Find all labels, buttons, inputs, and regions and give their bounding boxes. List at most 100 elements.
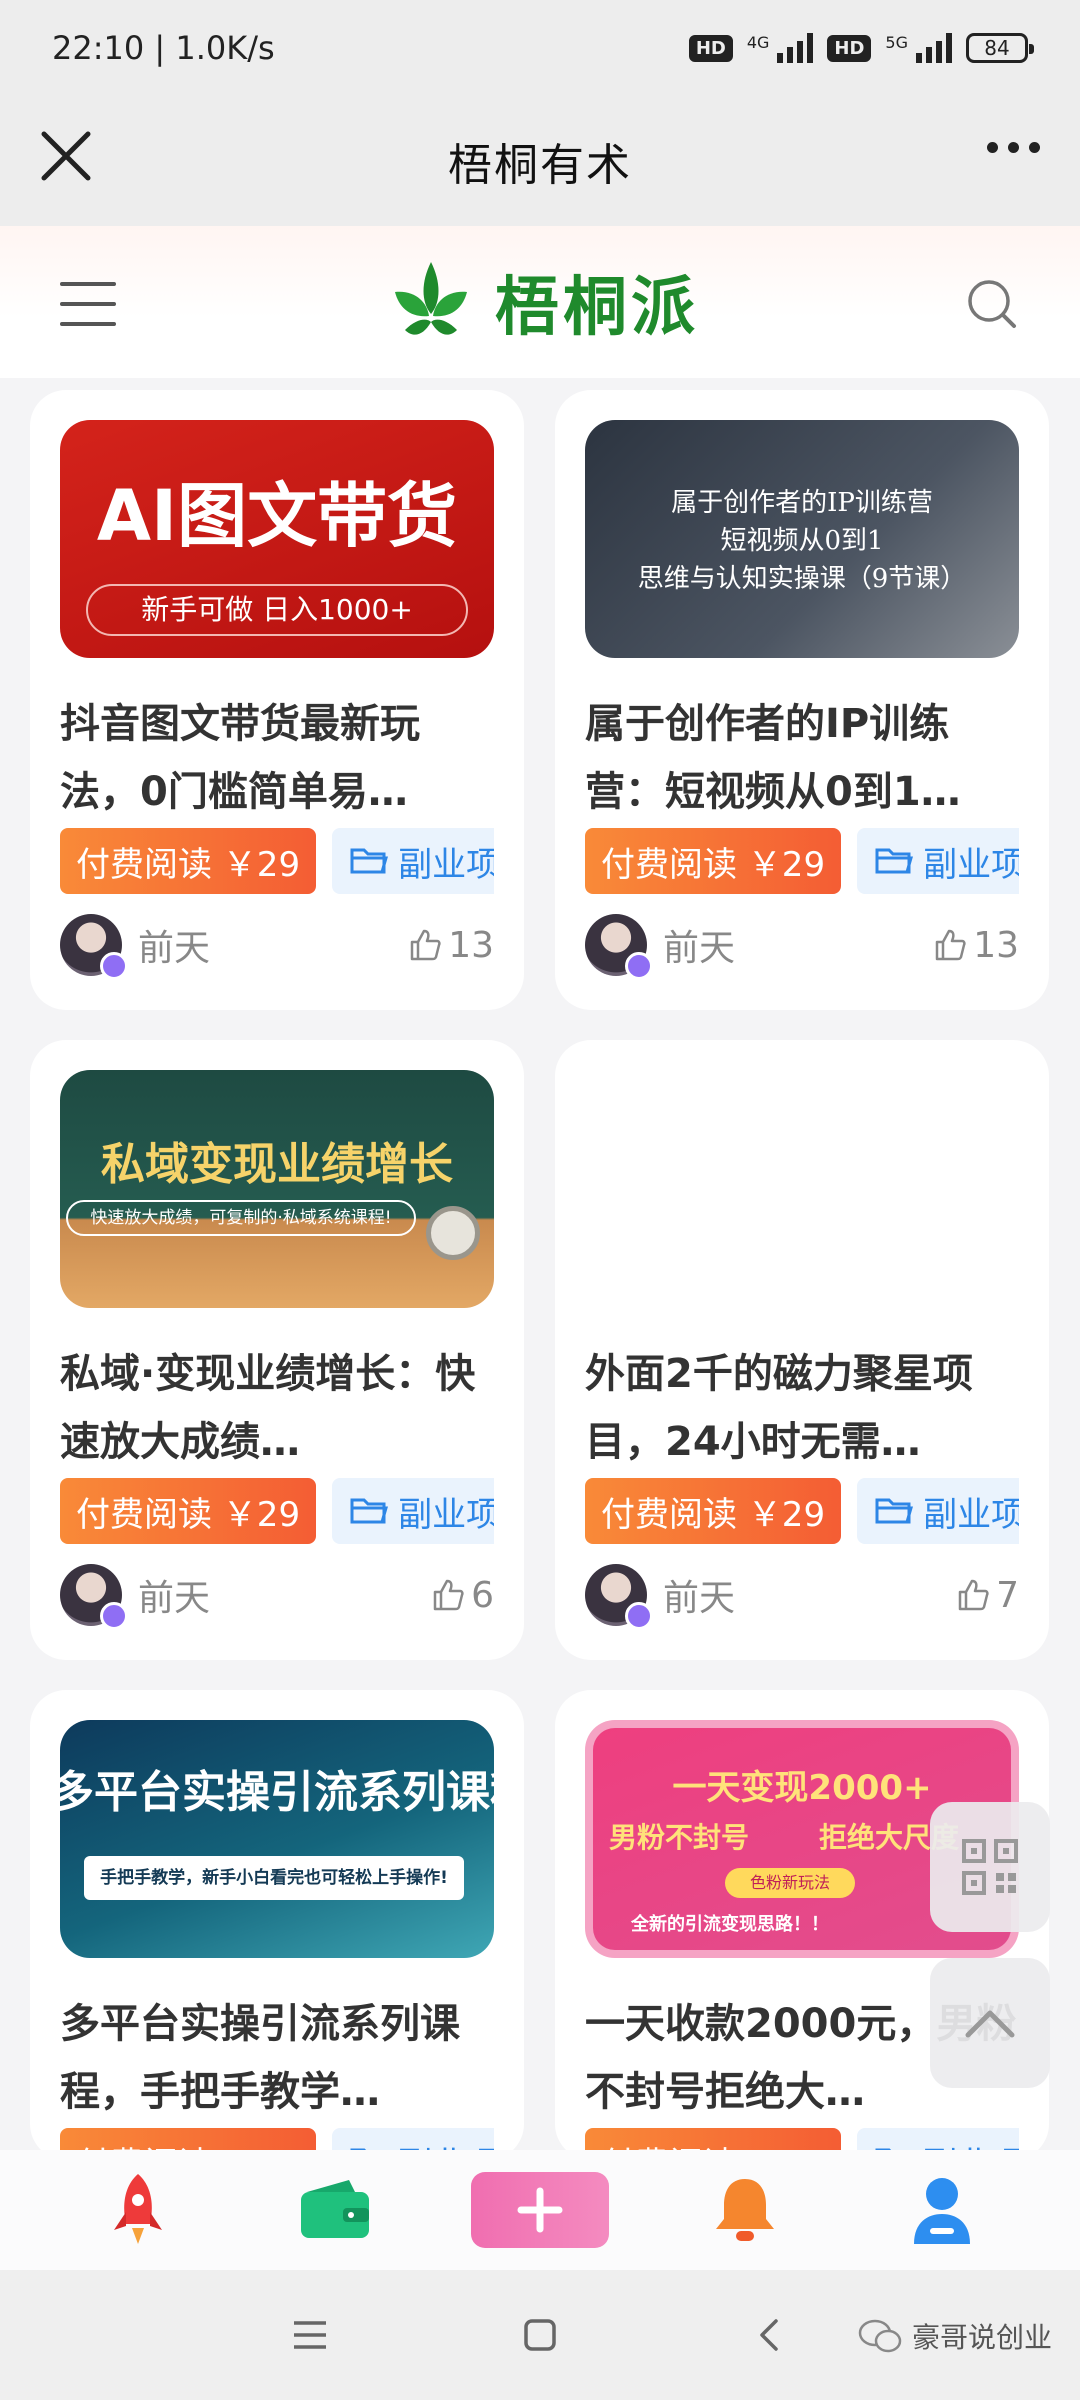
thumb-title: 多平台实操引流系列课程 (60, 1767, 494, 1818)
vip-badge-icon (100, 952, 128, 980)
card-thumbnail[interactable]: 私域变现业绩增长 快速放大成绩，可复制的·私域系统课程! (60, 1070, 494, 1308)
card-title[interactable]: 私域·变现业绩增长：快速放大成绩… (60, 1340, 494, 1476)
thumb-subtitle: 全新的引流变现思路！！ (631, 1914, 829, 1935)
thumb-line2: 短视频从0到1 (720, 526, 884, 556)
article-card[interactable]: 外面2千的磁力聚星项目，24小时无需… 付费阅读 ￥29 副业项 前天 7 (555, 1040, 1049, 1660)
paid-tag[interactable]: 付费阅读 ￥29 (60, 828, 317, 894)
category-label: 副业项 (923, 844, 1019, 885)
post-time: 前天 (138, 1578, 211, 1619)
like-button[interactable]: 6 (431, 1575, 494, 1616)
category-tag[interactable]: 副业项 (857, 1478, 1019, 1544)
article-card[interactable]: 属于创作者的IP训练营 短视频从0到1 思维与认知实操课（9节课） 属于创作者的… (555, 390, 1049, 1010)
thumb-title: 私域变现业绩增长 (101, 1139, 453, 1190)
thumb-badge: 色粉新玩法 (725, 1868, 855, 1898)
card-thumbnail[interactable]: 多平台实操引流系列课程 手把手教学，新手小白看完也可轻松上手操作! (60, 1720, 494, 1958)
tab-rocket[interactable] (78, 2165, 198, 2255)
avatar[interactable] (60, 1564, 128, 1630)
page-title: 梧桐有术 (448, 140, 632, 191)
article-card[interactable]: 多平台实操引流系列课程 手把手教学，新手小白看完也可轻松上手操作! 多平台实操引… (30, 1690, 524, 2160)
battery-icon: 84 (966, 33, 1034, 63)
network-type: 4G (746, 33, 770, 52)
add-post-button[interactable] (470, 2172, 609, 2248)
rocket-icon (114, 2174, 163, 2244)
like-button[interactable]: 7 (956, 1575, 1019, 1616)
like-button[interactable]: 13 (408, 925, 494, 966)
thumbs-up-icon (935, 929, 966, 961)
status-bar: 22:10 | 1.0K/s HD 4G HD 5G 84 (0, 0, 1080, 96)
avatar[interactable] (585, 1564, 653, 1630)
thumb-line2: 男粉不封号 (609, 1821, 750, 1854)
paid-tag[interactable]: 付费阅读 ￥29 (60, 1478, 317, 1544)
post-time: 前天 (138, 928, 211, 969)
thumb-line3: 思维与认知实操课（9节课） (637, 564, 967, 594)
leaf-logo-icon (395, 262, 467, 335)
folder-icon (350, 848, 389, 874)
site-logo-text: 梧桐派 (495, 270, 699, 345)
card-tags: 付费阅读 ￥29 副业项 (60, 1478, 494, 1544)
article-card[interactable]: AI图文带货 新手可做 日入1000+ 抖音图文带货最新玩法，0门槛简单易… 付… (30, 390, 524, 1010)
battery-level: 84 (984, 36, 1010, 60)
card-meta: 前天 7 (585, 1562, 1019, 1630)
qr-code-button[interactable] (930, 1802, 1050, 1932)
folder-icon (875, 1498, 914, 1524)
qr-code-icon (962, 1839, 1018, 1895)
card-meta: 前天 6 (60, 1562, 494, 1630)
plus-icon (517, 2187, 563, 2233)
card-title[interactable]: 抖音图文带货最新玩法，0门槛简单易… (60, 690, 494, 826)
hd-icon: HD (827, 34, 872, 62)
site-header: 梧桐派 (0, 226, 1080, 378)
menu-icon[interactable] (290, 2318, 330, 2352)
like-button[interactable]: 13 (933, 925, 1019, 966)
thumbs-up-icon (410, 929, 441, 961)
article-card[interactable]: 私域变现业绩增长 快速放大成绩，可复制的·私域系统课程! 私域·变现业绩增长：快… (30, 1040, 524, 1660)
search-icon[interactable] (964, 276, 1020, 332)
card-tags: 付费阅读 ￥29 副业项 (60, 828, 494, 894)
avatar[interactable] (60, 914, 128, 980)
more-icon[interactable] (987, 142, 1040, 153)
thumbs-up-icon (433, 1579, 464, 1611)
category-tag[interactable]: 副业项 (332, 1478, 494, 1544)
user-icon (913, 2178, 970, 2244)
bottom-tab-bar (0, 2150, 1080, 2270)
avatar[interactable] (585, 914, 653, 980)
vip-badge-icon (625, 1602, 653, 1630)
card-title[interactable]: 属于创作者的IP训练营：短视频从0到1… (585, 690, 1019, 826)
signal-icon (777, 33, 814, 63)
vip-badge-icon (625, 952, 653, 980)
like-count: 13 (973, 924, 1019, 966)
category-tag[interactable]: 副业项 (332, 828, 494, 894)
thumb-subtitle: 新手可做 日入1000+ (86, 584, 468, 636)
card-thumbnail[interactable] (585, 1070, 1019, 1308)
tab-wallet[interactable] (275, 2165, 395, 2255)
back-icon[interactable] (750, 2315, 790, 2355)
paid-tag[interactable]: 付费阅读 ￥29 (585, 1478, 842, 1544)
close-icon[interactable] (36, 126, 96, 186)
paid-tag[interactable]: 付费阅读 ￥29 (585, 828, 842, 894)
thumbs-up-icon (958, 1579, 989, 1611)
site-logo[interactable]: 梧桐派 (381, 252, 699, 352)
folder-icon (875, 848, 914, 874)
thumb-subtitle: 快速放大成绩，可复制的·私域系统课程! (66, 1200, 416, 1236)
thumb-subtitle: 手把手教学，新手小白看完也可轻松上手操作! (84, 1856, 464, 1900)
watermark-text: 豪哥说创业 (911, 2321, 1052, 2354)
card-title[interactable]: 多平台实操引流系列课程，手把手教学… (60, 1990, 494, 2126)
menu-icon[interactable] (60, 282, 116, 326)
card-tags: 付费阅读 ￥29 副业项 (585, 828, 1019, 894)
home-icon[interactable] (520, 2315, 560, 2355)
back-to-top-button[interactable] (930, 1958, 1050, 2088)
category-label: 副业项 (923, 1494, 1019, 1535)
like-count: 7 (996, 1574, 1019, 1616)
category-tag[interactable]: 副业项 (857, 828, 1019, 894)
vip-badge-icon (100, 1602, 128, 1630)
category-label: 副业项 (398, 844, 494, 885)
tab-notifications[interactable] (685, 2165, 805, 2255)
card-title[interactable]: 外面2千的磁力聚星项目，24小时无需… (585, 1340, 1019, 1476)
folder-icon (350, 1498, 389, 1524)
tab-profile[interactable] (882, 2165, 1002, 2255)
wechat-icon (858, 2319, 902, 2353)
card-meta: 前天 13 (60, 912, 494, 980)
alarm-clock-icon (426, 1206, 480, 1260)
card-thumbnail[interactable]: 属于创作者的IP训练营 短视频从0到1 思维与认知实操课（9节课） (585, 420, 1019, 658)
thumb-title: AI图文带货 (96, 475, 458, 557)
card-thumbnail[interactable]: AI图文带货 新手可做 日入1000+ (60, 420, 494, 658)
